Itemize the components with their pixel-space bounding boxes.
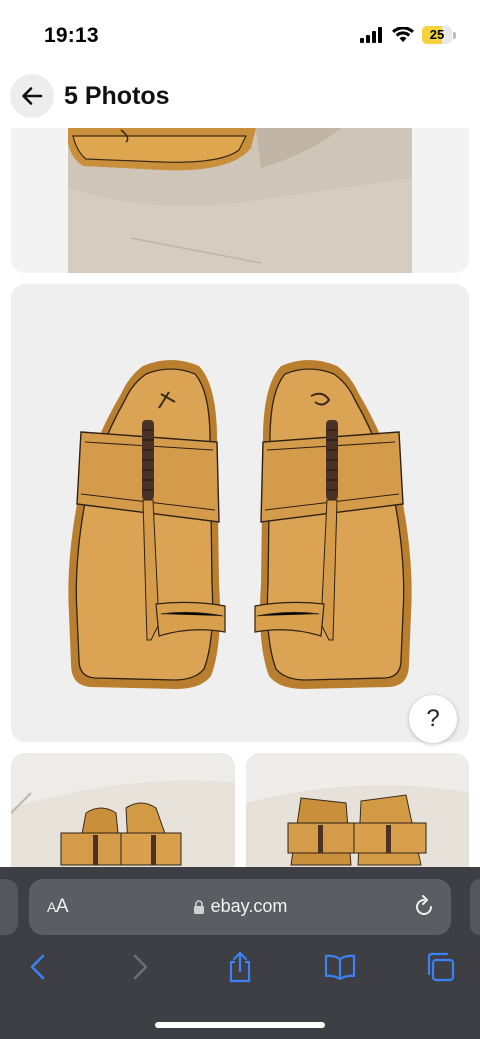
help-button[interactable]: ? [409, 695, 457, 743]
previous-tab-peek[interactable] [0, 879, 18, 935]
forward-chevron-icon [133, 954, 148, 980]
browser-toolbar: AA ebay.com [0, 867, 480, 1039]
url-text: ebay.com [210, 896, 288, 916]
browser-nav-bar [0, 947, 480, 987]
reload-icon[interactable] [411, 894, 437, 920]
signal-bars-icon [360, 27, 382, 43]
photo-main[interactable] [11, 284, 469, 742]
back-chevron-button[interactable] [22, 951, 54, 983]
url-display[interactable]: ebay.com [29, 896, 451, 917]
arrow-left-icon [22, 87, 43, 105]
bookmarks-icon [324, 954, 356, 980]
bookmarks-button[interactable] [324, 951, 356, 983]
tabs-button[interactable] [424, 951, 456, 983]
status-time: 19:13 [44, 24, 99, 47]
tabs-icon [427, 952, 455, 982]
next-tab-peek[interactable] [470, 879, 480, 935]
lock-icon [193, 899, 204, 914]
page-header: 5 Photos [0, 72, 480, 120]
address-bar[interactable]: AA ebay.com [29, 879, 451, 935]
share-icon [229, 951, 251, 983]
home-indicator [155, 1022, 325, 1028]
status-icons: 25 [360, 26, 456, 44]
status-bar: 19:13 25 [0, 0, 480, 70]
battery-level: 25 [429, 27, 445, 42]
sandal-sole-on-sand-photo [11, 128, 469, 273]
photo-thumbnail-1[interactable] [11, 128, 469, 273]
forward-chevron-button[interactable] [124, 951, 156, 983]
pair-of-tan-leather-toe-ring-sandals-photo [11, 284, 469, 742]
page-title: 5 Photos [64, 82, 170, 110]
wifi-icon [392, 27, 414, 42]
share-button[interactable] [224, 951, 256, 983]
back-button[interactable] [10, 74, 54, 118]
battery-icon: 25 [422, 26, 456, 44]
back-chevron-icon [30, 954, 45, 980]
